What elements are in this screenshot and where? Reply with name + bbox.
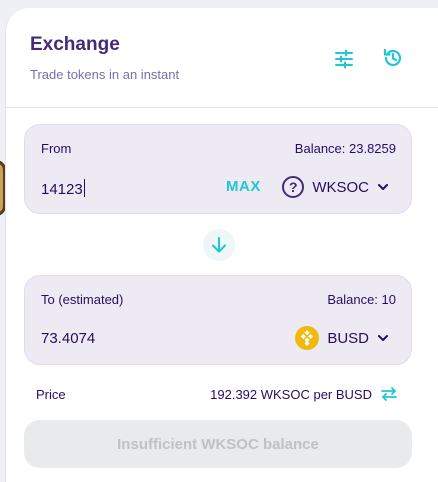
settings-sliders-icon[interactable] — [333, 48, 355, 70]
from-label: From — [41, 141, 72, 156]
swap-arrows-icon[interactable] — [380, 385, 398, 403]
page-subtitle: Trade tokens in an instant — [30, 67, 180, 82]
from-balance: Balance: 23.8259 — [294, 141, 396, 156]
from-amount-input[interactable]: 14123 — [41, 179, 85, 198]
busd-coin-icon — [295, 326, 320, 350]
to-amount-value: 73.4074 — [41, 330, 96, 347]
arrow-down-icon — [210, 236, 228, 254]
max-button[interactable]: MAX — [226, 178, 261, 195]
price-value: 192.392 WKSOC per BUSD — [210, 387, 372, 402]
question-mark-icon: ? — [282, 176, 305, 198]
to-label: To (estimated) — [41, 292, 124, 307]
to-panel: To (estimated) Balance: 10 73.4074 BUSD — [24, 275, 412, 365]
price-label: Price — [36, 387, 66, 402]
insufficient-balance-button[interactable]: Insufficient WKSOC balance — [24, 420, 412, 468]
from-token-symbol: WKSOC — [312, 178, 369, 196]
chevron-down-icon — [377, 332, 389, 344]
switch-direction-button[interactable] — [203, 229, 235, 261]
to-token-symbol: BUSD — [327, 329, 369, 347]
to-balance: Balance: 10 — [327, 292, 396, 307]
page-title: Exchange — [30, 34, 120, 55]
from-token-selector[interactable]: ? WKSOC — [282, 174, 389, 200]
exchange-header: Exchange Trade tokens in an instant — [6, 8, 438, 108]
chevron-down-icon — [377, 181, 389, 193]
to-token-selector[interactable]: BUSD — [295, 325, 389, 351]
price-row: Price 192.392 WKSOC per BUSD — [36, 385, 398, 405]
to-amount-input[interactable]: 73.4074 — [41, 330, 95, 347]
from-amount-value: 14123 — [41, 181, 83, 198]
text-caret — [83, 179, 85, 197]
from-panel: From Balance: 23.8259 14123 MAX ? WKSOC — [24, 124, 412, 214]
history-icon[interactable] — [382, 47, 404, 69]
